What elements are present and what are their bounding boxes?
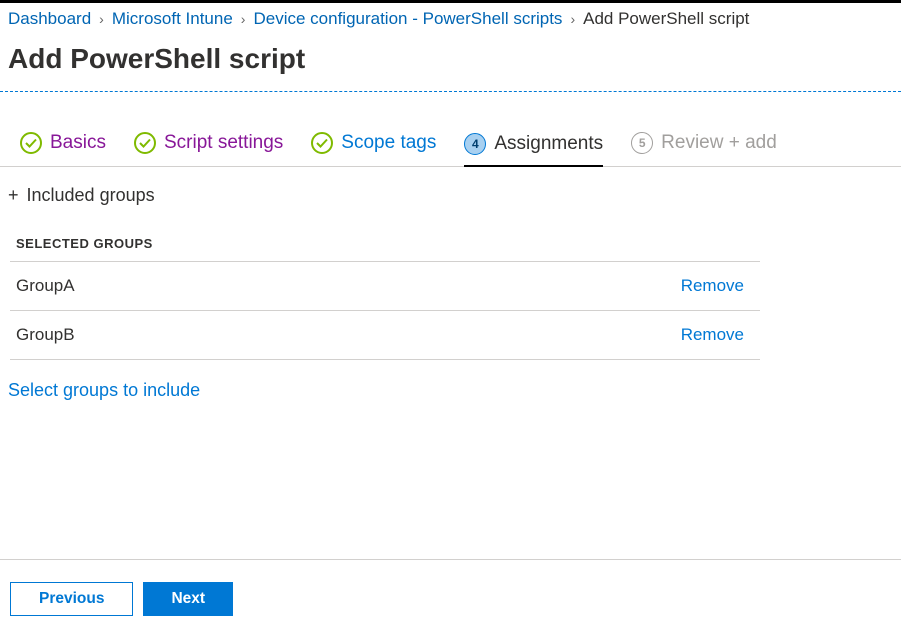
tab-label: Assignments <box>494 133 603 155</box>
step-number-icon: 4 <box>464 133 486 155</box>
breadcrumb-dashboard[interactable]: Dashboard <box>8 9 91 29</box>
tab-label: Script settings <box>164 132 283 154</box>
step-number-icon: 5 <box>631 132 653 154</box>
breadcrumb-intune[interactable]: Microsoft Intune <box>112 9 233 29</box>
page-title: Add PowerShell script <box>0 33 901 91</box>
next-button[interactable]: Next <box>143 582 233 616</box>
breadcrumb-current: Add PowerShell script <box>583 9 749 29</box>
section-included-groups[interactable]: + Included groups <box>0 167 901 214</box>
tab-label: Scope tags <box>341 132 436 154</box>
check-icon <box>311 132 333 154</box>
tab-basics[interactable]: Basics <box>20 132 106 166</box>
previous-button[interactable]: Previous <box>10 582 133 616</box>
selected-groups-header: Selected groups <box>0 214 901 261</box>
table-row: GroupA Remove <box>10 262 760 311</box>
tab-label: Basics <box>50 132 106 154</box>
remove-link[interactable]: Remove <box>681 276 744 296</box>
chevron-right-icon: › <box>99 11 104 27</box>
select-groups-link[interactable]: Select groups to include <box>0 360 208 421</box>
table-row: GroupB Remove <box>10 311 760 360</box>
tab-assignments[interactable]: 4 Assignments <box>464 133 603 167</box>
check-icon <box>20 132 42 154</box>
plus-icon: + <box>8 185 19 206</box>
tab-review-add: 5 Review + add <box>631 132 777 166</box>
remove-link[interactable]: Remove <box>681 325 744 345</box>
breadcrumb-device-config[interactable]: Device configuration - PowerShell script… <box>253 9 562 29</box>
breadcrumb: Dashboard › Microsoft Intune › Device co… <box>0 3 901 33</box>
wizard-tabs: Basics Script settings Scope tags 4 Assi… <box>0 92 901 167</box>
chevron-right-icon: › <box>570 11 575 27</box>
group-name: GroupB <box>16 325 75 345</box>
groups-table: GroupA Remove GroupB Remove <box>10 261 760 360</box>
tab-label: Review + add <box>661 132 777 154</box>
check-icon <box>134 132 156 154</box>
section-label: Included groups <box>27 185 155 206</box>
chevron-right-icon: › <box>241 11 246 27</box>
tab-script-settings[interactable]: Script settings <box>134 132 283 166</box>
tab-scope-tags[interactable]: Scope tags <box>311 132 436 166</box>
group-name: GroupA <box>16 276 75 296</box>
wizard-footer: Previous Next <box>0 559 901 616</box>
